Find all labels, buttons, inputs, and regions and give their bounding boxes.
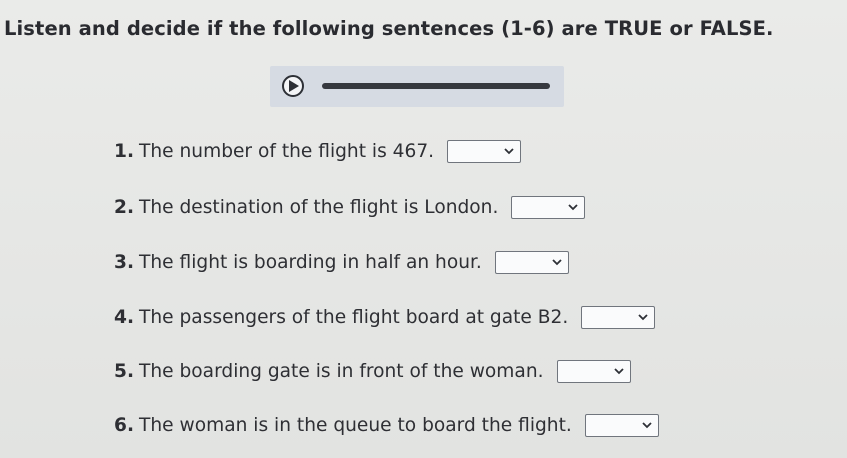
question-number: 6. [114,414,135,436]
question-5: 5. The boarding gate is in front of the … [114,359,631,383]
question-2: 2. The destination of the flight is Lond… [114,195,586,219]
question-number: 5. [114,360,135,382]
chevron-down-icon [568,203,578,210]
answer-dropdown-1[interactable] [447,139,522,163]
chevron-down-icon [642,421,652,428]
question-text: The boarding gate is in front of the wom… [139,360,544,382]
audio-player [270,66,564,107]
chevron-down-icon [552,258,562,265]
question-4: 4. The passengers of the flight board at… [114,305,656,329]
question-1: 1. The number of the flight is 467. [114,139,522,163]
answer-dropdown-2[interactable] [511,195,586,219]
question-text: The flight is boarding in half an hour. [139,251,482,273]
question-number: 4. [114,306,135,328]
question-text: The woman is in the queue to board the f… [139,414,572,436]
chevron-down-icon [638,313,648,320]
question-text: The number of the flight is 467. [139,140,435,162]
chevron-down-icon [613,367,624,374]
audio-progress-bar[interactable] [322,83,550,89]
answer-dropdown-4[interactable] [581,305,656,329]
question-3: 3. The flight is boarding in half an hou… [114,250,569,274]
question-text: The passengers of the flight board at ga… [139,306,569,328]
question-number: 1. [114,140,135,162]
question-text: The destination of the flight is London. [139,196,499,218]
answer-dropdown-5[interactable] [556,359,631,383]
play-icon [289,80,299,92]
chevron-down-icon [504,147,514,154]
answer-dropdown-3[interactable] [494,250,569,274]
question-number: 3. [114,251,135,273]
play-button[interactable] [282,75,304,97]
instruction-heading: Listen and decide if the following sente… [4,17,774,40]
question-6: 6. The woman is in the queue to board th… [114,413,659,437]
answer-dropdown-6[interactable] [584,413,659,437]
question-number: 2. [114,196,135,218]
